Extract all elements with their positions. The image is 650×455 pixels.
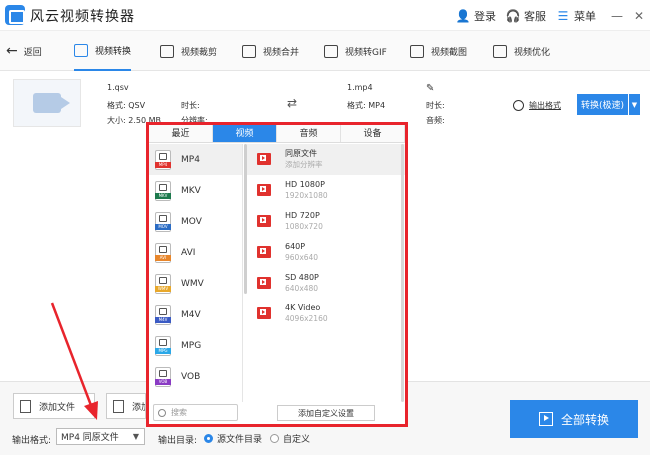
output-format-select[interactable]: MP4 同原文件 ▼ <box>56 428 145 445</box>
menu-label: 菜单 <box>574 9 596 23</box>
back-button[interactable]: ← 返回 <box>6 43 42 59</box>
tab-video-merge[interactable]: 视频合并 <box>242 31 299 71</box>
add-file-icon <box>20 399 31 413</box>
convert-fast-button[interactable]: 转换(极速) <box>577 94 628 115</box>
arrow-left-icon: ← <box>6 43 18 59</box>
video-convert-icon <box>74 43 88 57</box>
service-button[interactable]: 🎧 客服 <box>506 8 546 24</box>
edit-icon[interactable]: ✎ <box>426 83 434 94</box>
title-bar: 风云视频转换器 👤 登录 🎧 客服 ☰ 菜单 — ✕ <box>0 0 650 31</box>
app-logo-icon <box>5 5 25 25</box>
output-dir-label: 输出目录: <box>158 436 198 446</box>
tab-video-crop[interactable]: 视频裁剪 <box>160 31 217 71</box>
target-format-row: 格式: MP4 <box>347 100 385 111</box>
add-file-label: 添加文件 <box>39 402 76 413</box>
login-button[interactable]: 👤 登录 <box>456 8 496 24</box>
chevron-down-icon: ▼ <box>132 432 139 441</box>
annotation-frame <box>146 122 408 427</box>
radio-custom-label: 自定义 <box>283 435 311 445</box>
menu-button[interactable]: ☰ 菜单 <box>556 8 596 24</box>
source-format-row: 格式: QSV <box>107 100 145 111</box>
add-folder-button[interactable]: 添加 <box>106 393 146 419</box>
title-bar-actions: 👤 登录 🎧 客服 ☰ 菜单 — ✕ <box>456 0 650 31</box>
convert-all-button[interactable]: 全部转换 <box>510 400 638 438</box>
output-settings-link[interactable]: 输出格式 <box>513 100 561 111</box>
convert-all-label: 全部转换 <box>560 412 609 427</box>
video-camera-icon <box>33 93 70 113</box>
tab-video-gif[interactable]: 视频转GIF <box>324 31 387 71</box>
chevron-down-icon[interactable]: ▼ <box>629 94 640 115</box>
source-size-label: 大小: <box>107 116 126 125</box>
source-duration-label: 时长: <box>181 101 200 110</box>
tab-label: 视频截图 <box>431 47 468 58</box>
service-label: 客服 <box>524 9 546 23</box>
tab-label: 视频合并 <box>263 47 300 58</box>
radio-dot <box>270 434 279 443</box>
shuffle-icon: ⇄ <box>287 96 298 110</box>
output-format-label: 输出格式: <box>12 436 52 446</box>
user-icon: 👤 <box>455 8 471 23</box>
target-duration-label: 时长: <box>426 101 445 110</box>
radio-source-label: 源文件目录 <box>217 435 263 445</box>
menu-icon: ☰ <box>557 8 569 23</box>
add-file-button[interactable]: 添加文件 <box>13 393 95 419</box>
tab-label: 视频转换 <box>95 46 132 57</box>
optimize-icon <box>493 44 507 58</box>
crop-icon <box>160 44 174 58</box>
source-filename: 1.qsv <box>107 83 129 92</box>
tab-label: 视频裁剪 <box>181 47 218 58</box>
back-label: 返回 <box>23 47 42 58</box>
radio-source-dir[interactable]: 源文件目录 <box>204 432 262 445</box>
login-label: 登录 <box>474 9 496 23</box>
radio-custom-dir[interactable]: 自定义 <box>270 432 310 445</box>
radio-dot <box>204 434 213 443</box>
merge-icon <box>242 44 256 58</box>
function-toolbar: ← 返回 视频转换 视频裁剪 视频合并 视频转GIF 视频截图 视频优化 <box>0 31 650 71</box>
output-settings-label: 输出格式 <box>529 101 561 110</box>
add-folder-label: 添加 <box>132 402 145 413</box>
target-audio-label: 音频: <box>426 116 445 125</box>
tab-video-screenshot[interactable]: 视频截图 <box>410 31 467 71</box>
output-format-value: MP4 同原文件 <box>61 433 119 443</box>
tab-label: 视频转GIF <box>345 47 387 58</box>
app-title: 风云视频转换器 <box>30 9 135 25</box>
target-format-value: MP4 <box>368 101 386 110</box>
close-button[interactable]: ✕ <box>628 9 650 23</box>
tab-video-convert[interactable]: 视频转换 <box>74 31 132 71</box>
source-format-value: QSV <box>128 101 146 110</box>
target-filename: 1.mp4 <box>347 83 373 92</box>
headset-icon: 🎧 <box>505 8 521 23</box>
settings-icon <box>513 100 524 111</box>
add-folder-icon <box>113 399 124 413</box>
tab-video-optimize[interactable]: 视频优化 <box>493 31 550 71</box>
tab-label: 视频优化 <box>514 47 551 58</box>
play-icon <box>538 412 553 426</box>
source-format-label: 格式: <box>107 101 126 110</box>
gif-icon <box>324 44 338 58</box>
video-thumbnail[interactable] <box>13 79 81 127</box>
minimize-button[interactable]: — <box>606 9 628 23</box>
target-format-label: 格式: <box>347 101 366 110</box>
screenshot-icon <box>410 44 424 58</box>
